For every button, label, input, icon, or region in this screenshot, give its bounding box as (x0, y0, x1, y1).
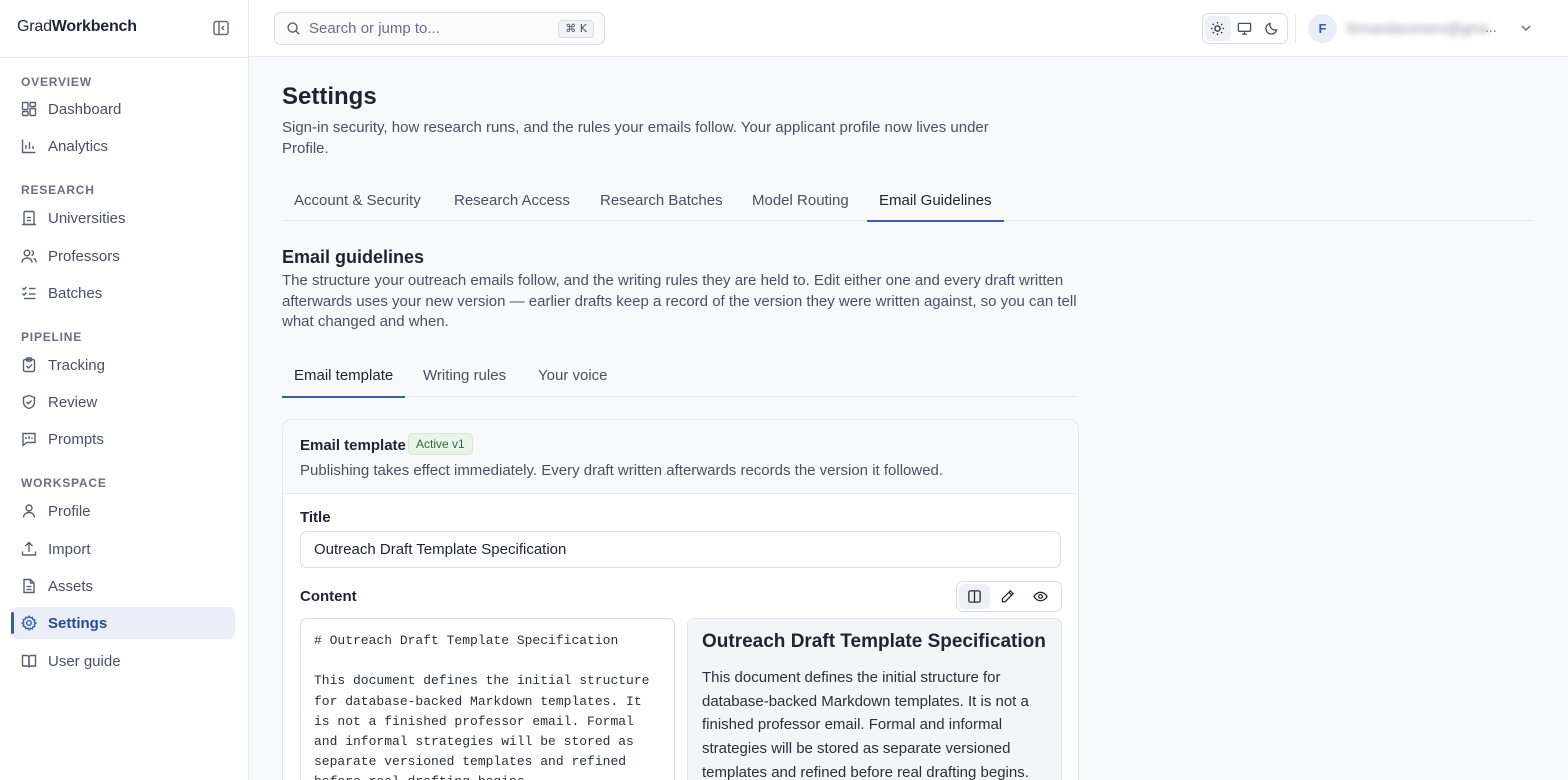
sidebar-item-label: Batches (48, 284, 103, 302)
sidebar-item-label: Tracking (48, 356, 105, 374)
book-icon (21, 654, 37, 668)
clipboard-icon (22, 357, 36, 373)
section-title: Email guidelines (282, 247, 425, 267)
page-subtitle: Sign-in security, how research runs, and… (282, 119, 989, 157)
user-icon (22, 504, 36, 518)
sidebar-item-label: Prompts (48, 430, 104, 448)
tab-research-batches[interactable]: Research Batches (588, 181, 735, 221)
sidebar-item-dashboard[interactable]: Dashboard (12, 93, 235, 125)
tab-account-security[interactable]: Account & Security (282, 181, 433, 221)
message-icon (22, 432, 36, 447)
theme-dark-button[interactable] (1258, 16, 1284, 41)
sun-icon (1211, 21, 1225, 36)
sidebar: GradWorkbench OVERVIEW Dashboard Analyti… (0, 0, 249, 780)
avatar[interactable]: F (1308, 14, 1337, 43)
search-placeholder: Search or jump to... (309, 20, 440, 37)
sidebar-item-batches[interactable]: Batches (12, 277, 235, 309)
markdown-preview: Outreach Draft Template Specification Th… (687, 618, 1062, 780)
nav-section-pipeline: PIPELINE (21, 330, 83, 344)
brand-logo[interactable]: GradWorkbench (17, 18, 137, 36)
brand-part1: Grad (17, 18, 52, 35)
user-name-ellipsis: ... (1485, 19, 1497, 35)
sidebar-item-tracking[interactable]: Tracking (12, 349, 235, 381)
tab-research-access[interactable]: Research Access (442, 181, 582, 221)
card-header: Email template Active v1 Publishing take… (283, 420, 1078, 494)
search-shortcut: ⌘ K (558, 20, 594, 38)
sidebar-item-label: User guide (48, 652, 121, 670)
tab-email-guidelines[interactable]: Email Guidelines (867, 181, 1004, 222)
content-label: Content (300, 588, 357, 605)
nav-section-workspace: WORKSPACE (21, 476, 107, 490)
users-icon (21, 249, 37, 263)
sidebar-item-analytics[interactable]: Analytics (12, 130, 235, 162)
nav-section-overview: OVERVIEW (21, 75, 92, 89)
search-input[interactable]: Search or jump to... ⌘ K (274, 12, 605, 45)
topbar-divider (1295, 14, 1296, 43)
sidebar-item-label: Import (48, 540, 91, 558)
chart-icon (21, 139, 36, 154)
preview-heading: Outreach Draft Template Specification (702, 631, 1046, 652)
subtab-your-voice[interactable]: Your voice (526, 356, 620, 397)
sidebar-item-label: Assets (48, 577, 94, 595)
sidebar-item-label: Professors (48, 247, 120, 265)
guideline-subtabs: Email template Writing rules Your voice (282, 356, 1078, 398)
sidebar-item-assets[interactable]: Assets (12, 570, 235, 602)
eye-icon (1033, 591, 1048, 602)
preview-body: This document defines the initial struct… (702, 669, 1029, 780)
list-check-icon (22, 286, 36, 300)
sidebar-item-professors[interactable]: Professors (12, 240, 235, 272)
sidebar-item-user-guide[interactable]: User guide (12, 645, 235, 677)
subtab-email-template[interactable]: Email template (282, 356, 406, 398)
theme-switcher (1202, 13, 1288, 44)
upload-icon (21, 541, 37, 556)
theme-system-button[interactable] (1232, 16, 1258, 41)
sidebar-item-label: Review (48, 393, 98, 411)
columns-icon (968, 590, 981, 603)
sidebar-item-label: Dashboard (48, 100, 122, 118)
dashboard-icon (21, 101, 37, 117)
edit-view-button[interactable] (992, 584, 1023, 609)
title-input[interactable]: Outreach Draft Template Specification (300, 531, 1061, 568)
sidebar-item-label: Universities (48, 209, 126, 227)
view-mode-switcher (956, 581, 1062, 612)
building-icon (22, 210, 36, 226)
markdown-editor[interactable]: # Outreach Draft Template Specification … (300, 618, 675, 780)
settings-tabs: Account & Security Research Access Resea… (282, 181, 1534, 222)
card-subtitle: Publishing takes effect immediately. Eve… (300, 462, 944, 479)
shield-icon (22, 394, 36, 410)
theme-light-button[interactable] (1205, 16, 1231, 41)
sidebar-item-settings[interactable]: Settings (11, 607, 235, 639)
pencil-icon (1001, 589, 1015, 603)
moon-icon (1264, 22, 1278, 35)
user-name[interactable]: fernandaromero@gmail.com (1347, 20, 1487, 38)
nav-section-research: RESEARCH (21, 183, 95, 197)
page-title: Settings (282, 83, 377, 110)
split-view-button[interactable] (959, 584, 990, 609)
section-description: The structure your outreach emails follo… (282, 272, 1077, 330)
sidebar-item-universities[interactable]: Universities (12, 202, 235, 234)
brand-part2: Workbench (51, 18, 137, 35)
card-title: Email template (300, 437, 406, 454)
sidebar-item-review[interactable]: Review (12, 386, 235, 418)
sidebar-item-import[interactable]: Import (12, 533, 235, 565)
sidebar-item-prompts[interactable]: Prompts (12, 423, 235, 455)
sidebar-item-label: Profile (48, 502, 91, 520)
search-icon (287, 22, 300, 35)
sidebar-toggle-icon[interactable] (212, 19, 230, 37)
preview-view-button[interactable] (1025, 584, 1056, 609)
tab-model-routing[interactable]: Model Routing (740, 181, 861, 221)
sidebar-divider (0, 57, 249, 58)
monitor-icon (1237, 22, 1252, 35)
chevron-down-icon[interactable] (1519, 21, 1533, 35)
title-label: Title (300, 509, 331, 526)
sidebar-item-label: Settings (48, 614, 108, 632)
subtab-writing-rules[interactable]: Writing rules (411, 356, 518, 397)
sidebar-item-label: Analytics (48, 137, 109, 155)
status-badge: Active v1 (408, 433, 473, 455)
sidebar-item-profile[interactable]: Profile (12, 495, 235, 527)
gear-icon (21, 615, 37, 631)
file-icon (23, 578, 35, 594)
topbar: Search or jump to... ⌘ K F fernandaromer… (249, 0, 1568, 57)
template-card: Email template Active v1 Publishing take… (282, 419, 1079, 780)
